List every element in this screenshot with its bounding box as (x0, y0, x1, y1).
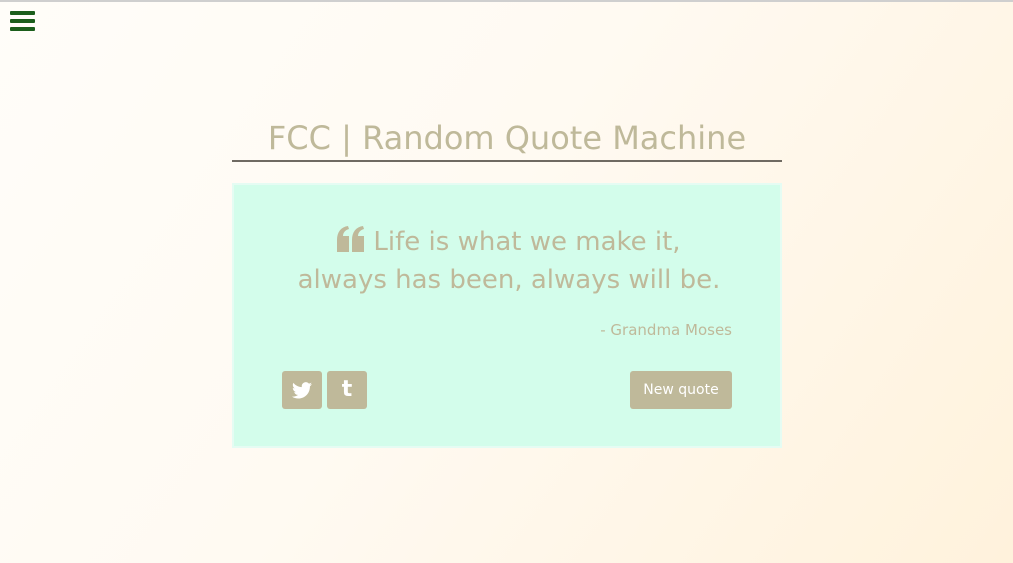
menu-bar (10, 27, 35, 31)
quote-author: - Grandma Moses (600, 321, 732, 339)
quote-card: Life is what we make it, always has been… (232, 183, 782, 448)
tumblr-icon: t (341, 377, 353, 402)
quote-left-icon (337, 226, 365, 252)
menu-bar (10, 19, 35, 23)
page-title: FCC | Random Quote Machine (232, 116, 782, 162)
tumblr-quote-button[interactable]: t (327, 371, 367, 409)
menu-bar (10, 11, 35, 15)
twitter-icon (292, 381, 312, 398)
hamburger-menu-button[interactable] (10, 11, 36, 33)
tweet-quote-button[interactable] (282, 371, 322, 409)
new-quote-button[interactable]: New quote (630, 371, 732, 409)
quote-block: Life is what we make it, always has been… (294, 223, 724, 299)
